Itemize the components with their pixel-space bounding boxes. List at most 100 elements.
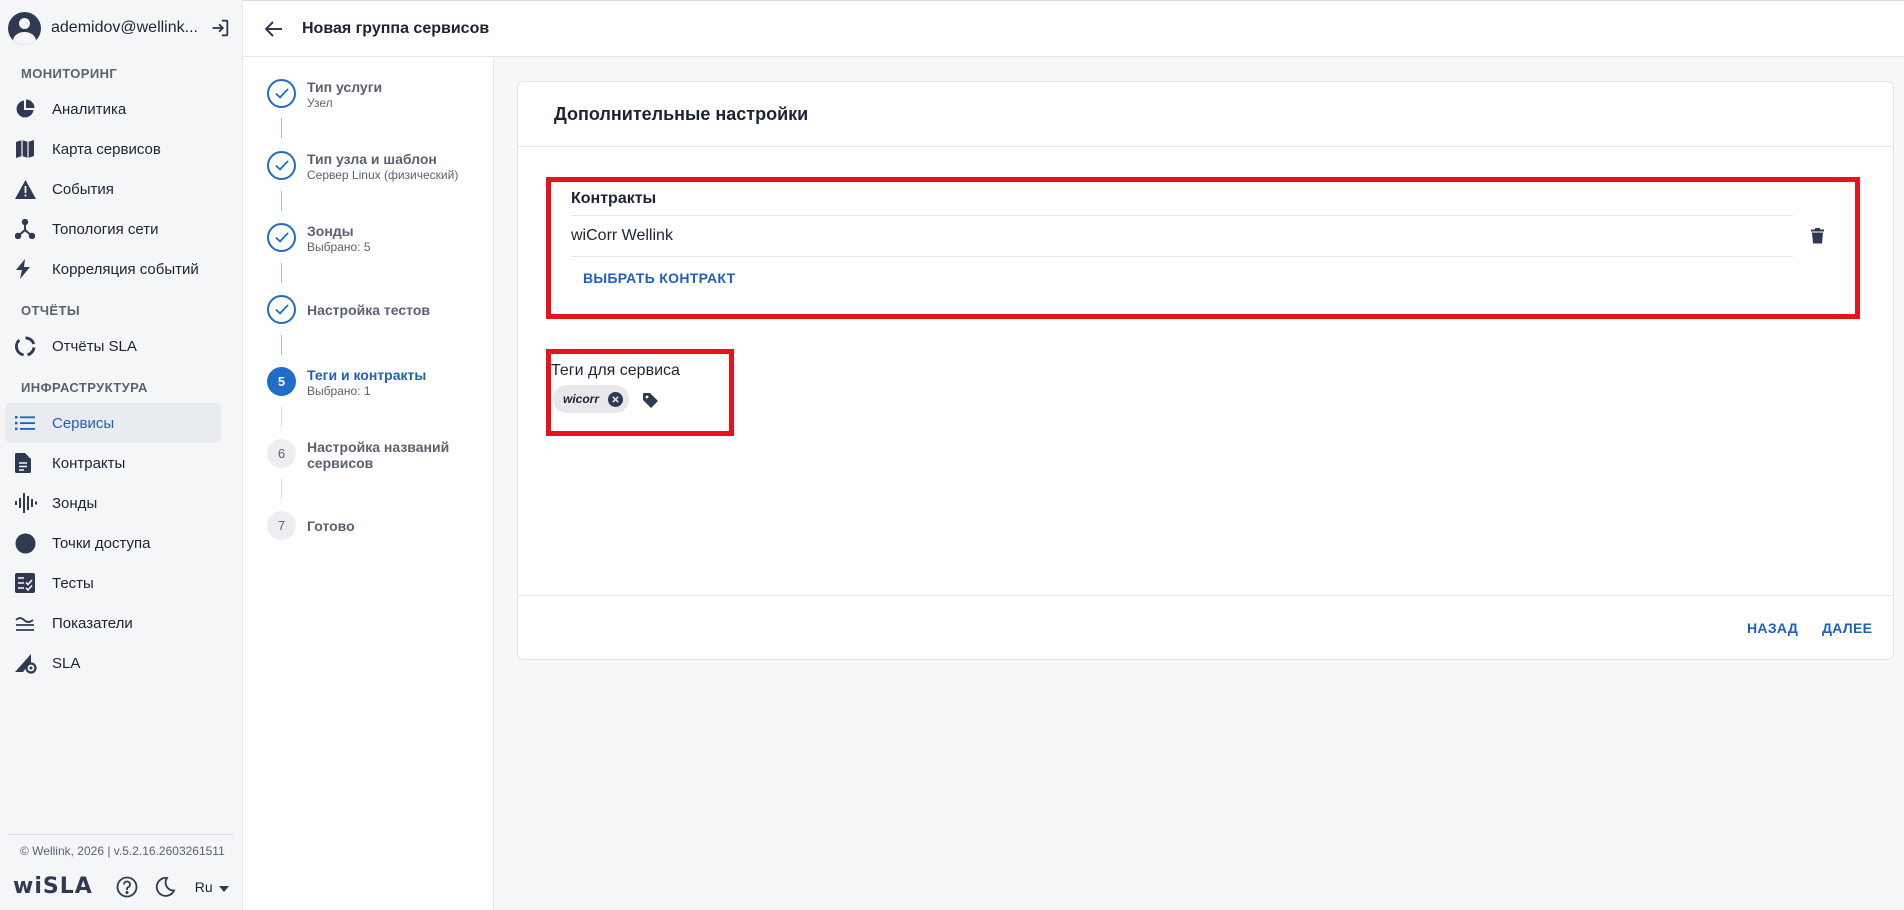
contract-item: wiCorr Wellink: [571, 215, 1793, 257]
section-title-reports: ОТЧЁТЫ: [21, 302, 80, 318]
sidebar-item-topology[interactable]: Топология сети: [5, 209, 221, 249]
pie-chart-icon: [15, 98, 43, 120]
sidebar-item-services[interactable]: Сервисы: [5, 403, 221, 443]
language-value: Ru: [194, 878, 213, 895]
sidebar-item-label: Сервисы: [52, 414, 115, 432]
sidebar-item-tests[interactable]: Тесты: [5, 563, 221, 603]
back-arrow-icon[interactable]: [260, 15, 288, 43]
step-tests-setup[interactable]: Настройка тестов: [267, 295, 430, 324]
tag-chip[interactable]: wicorr: [553, 385, 630, 413]
circle-icon: [15, 532, 43, 554]
sidebar-item-sla[interactable]: SLA: [5, 643, 221, 683]
topology-icon: [15, 218, 43, 240]
step-number: 6: [267, 439, 296, 468]
avatar[interactable]: [8, 11, 41, 45]
card-title: Дополнительные настройки: [518, 82, 1893, 147]
choose-contract-button[interactable]: ВЫБРАТЬ КОНТРАКТ: [583, 270, 735, 286]
step-node-type[interactable]: Тип узла и шаблон Сервер Linux (физическ…: [267, 151, 458, 183]
sidebar-item-label: Аналитика: [52, 100, 127, 118]
step-connector: [281, 479, 282, 499]
step-tags-contracts[interactable]: 5 Теги и контракты Выбрано: 1: [267, 367, 426, 399]
sidebar-item-contracts[interactable]: Контракты: [5, 443, 221, 483]
section-title-infrastructure: ИНФРАСТРУКТУРА: [21, 379, 148, 395]
card-divider: [518, 595, 1893, 596]
list-icon: [15, 412, 43, 434]
section-title-monitoring: МОНИТОРИНГ: [21, 65, 118, 81]
step-sub: Выбрано: 5: [307, 240, 371, 254]
step-number: 7: [267, 511, 296, 540]
step-sub: Выбрано: 1: [307, 384, 371, 398]
step-number: 5: [267, 367, 296, 396]
step-service-names[interactable]: 6 Настройка названий сервисов: [267, 439, 477, 471]
user-row: ademidov@wellink...: [0, 0, 242, 56]
sidebar-item-label: Тесты: [52, 574, 94, 592]
metrics-icon: [15, 612, 43, 634]
tags-title: Теги для сервиса: [551, 362, 680, 379]
step-service-type[interactable]: Тип услуги Узел: [267, 79, 382, 111]
step-label: Тип узла и шаблон: [307, 151, 437, 167]
document-icon: [15, 452, 43, 474]
contracts-title: Контракты: [571, 190, 657, 207]
contract-name: wiCorr Wellink: [571, 227, 673, 244]
step-probes[interactable]: Зонды Выбрано: 5: [267, 223, 371, 255]
check-icon: [267, 223, 296, 252]
step-connector: [281, 191, 282, 211]
probe-icon: [15, 492, 43, 514]
sidebar-item-label: Точки доступа: [52, 534, 151, 552]
settings-card: Дополнительные настройки Контракты wiCor…: [517, 81, 1894, 660]
sidebar-item-label: Отчёты SLA: [52, 337, 137, 355]
tag-chip-label: wicorr: [563, 392, 600, 406]
remove-tag-icon[interactable]: [607, 391, 623, 407]
sidebar-item-label: Контракты: [52, 454, 126, 472]
logout-icon[interactable]: [208, 16, 232, 40]
sidebar-item-events[interactable]: События: [5, 169, 221, 209]
sidebar-item-probes[interactable]: Зонды: [5, 483, 221, 523]
page-title: Новая группа сервисов: [302, 19, 490, 37]
back-button[interactable]: НАЗАД: [1747, 620, 1798, 636]
theme-moon-icon[interactable]: [153, 875, 177, 899]
sidebar-item-access-points[interactable]: Точки доступа: [5, 523, 221, 563]
next-button[interactable]: ДАЛЕЕ: [1822, 620, 1872, 636]
caret-down-icon: [218, 879, 229, 895]
check-icon: [267, 295, 296, 324]
sidebar-footer: wiSLA Ru: [13, 874, 229, 899]
help-icon[interactable]: [115, 875, 139, 899]
donut-icon: [15, 335, 43, 357]
sidebar-item-label: Показатели: [52, 614, 133, 632]
step-sub: Узел: [307, 96, 333, 110]
wisla-logo: wiSLA: [13, 874, 93, 899]
map-icon: [15, 138, 43, 160]
sidebar-item-metrics[interactable]: Показатели: [5, 603, 221, 643]
add-tag-icon[interactable]: [641, 391, 659, 409]
step-done[interactable]: 7 Готово: [267, 511, 355, 540]
top-bar: Новая группа сервисов: [243, 0, 1904, 57]
warning-icon: [15, 178, 43, 200]
step-label: Настройка тестов: [307, 301, 431, 318]
step-label: Настройка названий сервисов: [307, 439, 450, 471]
step-sub: Сервер Linux (физический): [307, 168, 459, 182]
stepper: Тип услуги Узел Тип узла и шаблон Сервер…: [243, 57, 494, 910]
user-name: ademidov@wellink...: [51, 19, 198, 36]
sidebar-item-correlation[interactable]: Корреляция событий: [5, 249, 221, 289]
step-connector: [281, 263, 282, 283]
tags-section: Теги для сервиса wicorr: [546, 349, 734, 436]
sla-gear-icon: [15, 652, 43, 674]
sidebar-item-label: Зонды: [52, 494, 98, 512]
step-label: Зонды: [307, 223, 354, 239]
bolt-icon: [15, 258, 43, 280]
checklist-icon: [15, 572, 43, 594]
sidebar-item-sla-reports[interactable]: Отчёты SLA: [5, 326, 221, 366]
sidebar-item-label: События: [52, 180, 114, 198]
contracts-section: Контракты wiCorr Wellink ВЫБРАТЬ КОНТРАК…: [546, 177, 1860, 319]
step-label: Готово: [307, 517, 355, 534]
sidebar-item-label: SLA: [52, 654, 81, 672]
check-icon: [267, 151, 296, 180]
step-connector: [281, 407, 282, 427]
sidebar-item-analytics[interactable]: Аналитика: [5, 89, 221, 129]
language-select[interactable]: Ru: [195, 879, 229, 895]
sidebar-item-service-map[interactable]: Карта сервисов: [5, 129, 221, 169]
sidebar-item-label: Корреляция событий: [52, 260, 199, 278]
sidebar: ademidov@wellink... МОНИТОРИНГ Аналитика…: [0, 0, 243, 910]
footer-divider: [8, 834, 234, 835]
delete-contract-icon[interactable]: [1806, 225, 1828, 247]
